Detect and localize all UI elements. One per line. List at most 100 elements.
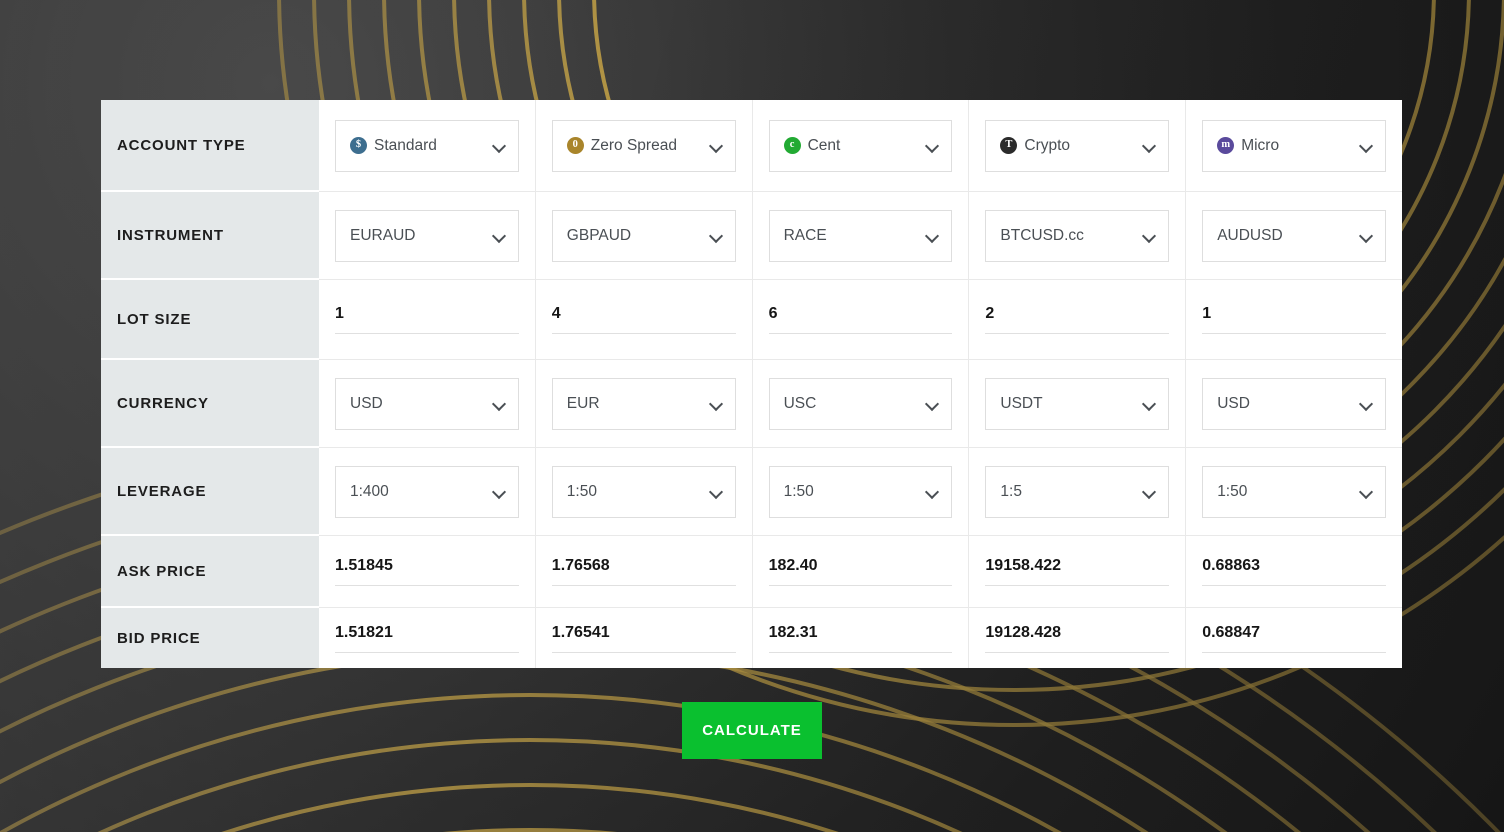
leverage-value: 1:50 [566, 482, 597, 500]
account-type-select-4[interactable]: T Crypto [985, 119, 1170, 172]
instrument-value: BTCUSD.cc [1000, 226, 1084, 244]
calculate-button[interactable]: CALCULATE [682, 702, 822, 759]
chevron-down-icon [710, 397, 723, 410]
bid-price-input-5[interactable] [1202, 623, 1386, 653]
cent-coin-icon: c [783, 137, 801, 154]
cell-leverage: 1:400 [319, 448, 535, 536]
currency-select-5[interactable]: USD [1202, 377, 1386, 430]
cell-currency: EUR [535, 360, 752, 448]
chevron-down-icon [1360, 139, 1373, 152]
account-column-4: T Crypto BTCUSD.cc USDT [969, 100, 1187, 668]
micro-coin-icon: m [1217, 137, 1235, 154]
ask-price-input-1[interactable] [335, 557, 519, 586]
instrument-value: GBPAUD [566, 226, 632, 244]
instrument-select-3[interactable]: RACE [768, 209, 953, 262]
cell-instrument: AUDUSD [1186, 192, 1402, 280]
cell-ask-price [319, 536, 535, 608]
currency-select-1[interactable]: USD [335, 377, 519, 430]
cell-currency: USC [752, 360, 969, 448]
bid-price-input-2[interactable] [551, 623, 736, 653]
leverage-select-1[interactable]: 1:400 [335, 465, 519, 518]
cell-leverage: 1:50 [535, 448, 752, 536]
cell-account-type: m Micro [1186, 100, 1402, 192]
ask-price-input-5[interactable] [1202, 557, 1386, 586]
lot-size-input-2[interactable] [551, 305, 736, 334]
row-label-column: ACCOUNT TYPE INSTRUMENT LOT SIZE CURRENC… [101, 100, 319, 668]
instrument-select-4[interactable]: BTCUSD.cc [985, 209, 1170, 262]
account-type-select-3[interactable]: c Cent [768, 119, 953, 172]
currency-select-3[interactable]: USC [768, 377, 953, 430]
chevron-down-icon [493, 139, 506, 152]
currency-value: USD [350, 394, 383, 412]
cell-bid-price [969, 608, 1185, 668]
currency-select-4[interactable]: USDT [985, 377, 1170, 430]
currency-value: USDT [1000, 394, 1043, 412]
row-label-bid-price: BID PRICE [101, 608, 319, 668]
account-type-value: Crypto [1024, 136, 1071, 154]
chevron-down-icon [926, 229, 939, 242]
bid-price-input-4[interactable] [985, 623, 1170, 653]
cell-instrument: BTCUSD.cc [969, 192, 1186, 280]
leverage-value: 1:50 [783, 482, 814, 500]
label-text: LOT SIZE [117, 310, 192, 328]
instrument-value: AUDUSD [1217, 226, 1283, 244]
bid-price-input-1[interactable] [335, 623, 519, 653]
row-label-lot-size: LOT SIZE [101, 280, 319, 360]
account-column-1: $ Standard EURAUD USD [319, 100, 536, 668]
lot-size-input-3[interactable] [768, 305, 953, 334]
lot-size-input-4[interactable] [985, 305, 1170, 334]
account-type-select-2[interactable]: 0 Zero Spread [551, 119, 736, 172]
leverage-select-4[interactable]: 1:5 [985, 465, 1170, 518]
currency-select-2[interactable]: EUR [551, 377, 736, 430]
cell-bid-price [753, 608, 969, 668]
label-text: LEVERAGE [117, 482, 207, 500]
chevron-down-icon [493, 485, 506, 498]
cell-lot-size [969, 280, 1186, 360]
cell-lot-size [535, 280, 752, 360]
cell-ask-price [969, 536, 1186, 608]
cell-lot-size [752, 280, 969, 360]
account-type-value: Zero Spread [590, 136, 677, 154]
leverage-select-5[interactable]: 1:50 [1202, 465, 1386, 518]
leverage-value: 1:50 [1217, 482, 1248, 500]
account-column-2: 0 Zero Spread GBPAUD EUR [535, 100, 753, 668]
account-type-select-1[interactable]: $ Standard [335, 119, 519, 172]
cell-currency: USDT [969, 360, 1186, 448]
cell-account-type: c Cent [752, 100, 969, 192]
row-label-ask-price: ASK PRICE [101, 536, 319, 608]
account-columns: $ Standard EURAUD USD [319, 100, 1402, 668]
leverage-select-2[interactable]: 1:50 [551, 465, 736, 518]
dollar-coin-icon: $ [350, 137, 367, 154]
leverage-value: 1:400 [350, 482, 389, 500]
currency-value: USD [1217, 394, 1250, 412]
cell-currency: USD [319, 360, 535, 448]
ask-price-input-3[interactable] [768, 557, 953, 586]
row-label-account-type: ACCOUNT TYPE [101, 100, 319, 192]
instrument-select-1[interactable]: EURAUD [335, 209, 519, 262]
cell-account-type: T Crypto [969, 100, 1186, 192]
instrument-select-2[interactable]: GBPAUD [551, 209, 736, 262]
leverage-select-3[interactable]: 1:50 [768, 465, 953, 518]
chevron-down-icon [926, 485, 939, 498]
account-type-select-5[interactable]: m Micro [1202, 119, 1386, 172]
instrument-select-5[interactable]: AUDUSD [1202, 209, 1386, 262]
lot-size-input-1[interactable] [335, 305, 519, 334]
bid-price-input-3[interactable] [768, 623, 953, 653]
cell-leverage: 1:50 [752, 448, 969, 536]
tether-coin-icon: T [1000, 137, 1018, 154]
currency-value: USC [783, 394, 817, 412]
chevron-down-icon [493, 397, 506, 410]
ask-price-input-2[interactable] [551, 557, 736, 586]
cell-instrument: GBPAUD [535, 192, 752, 280]
chevron-down-icon [710, 485, 723, 498]
chevron-down-icon [926, 139, 939, 152]
cell-leverage: 1:50 [1186, 448, 1402, 536]
label-text: INSTRUMENT [117, 226, 224, 244]
instrument-value: EURAUD [350, 226, 416, 244]
chevron-down-icon [1143, 397, 1156, 410]
chevron-down-icon [1143, 139, 1156, 152]
lot-size-input-5[interactable] [1202, 305, 1386, 334]
margin-calculator-card: ACCOUNT TYPE INSTRUMENT LOT SIZE CURRENC… [101, 100, 1402, 668]
ask-price-input-4[interactable] [985, 557, 1170, 586]
leverage-value: 1:5 [1000, 482, 1022, 500]
